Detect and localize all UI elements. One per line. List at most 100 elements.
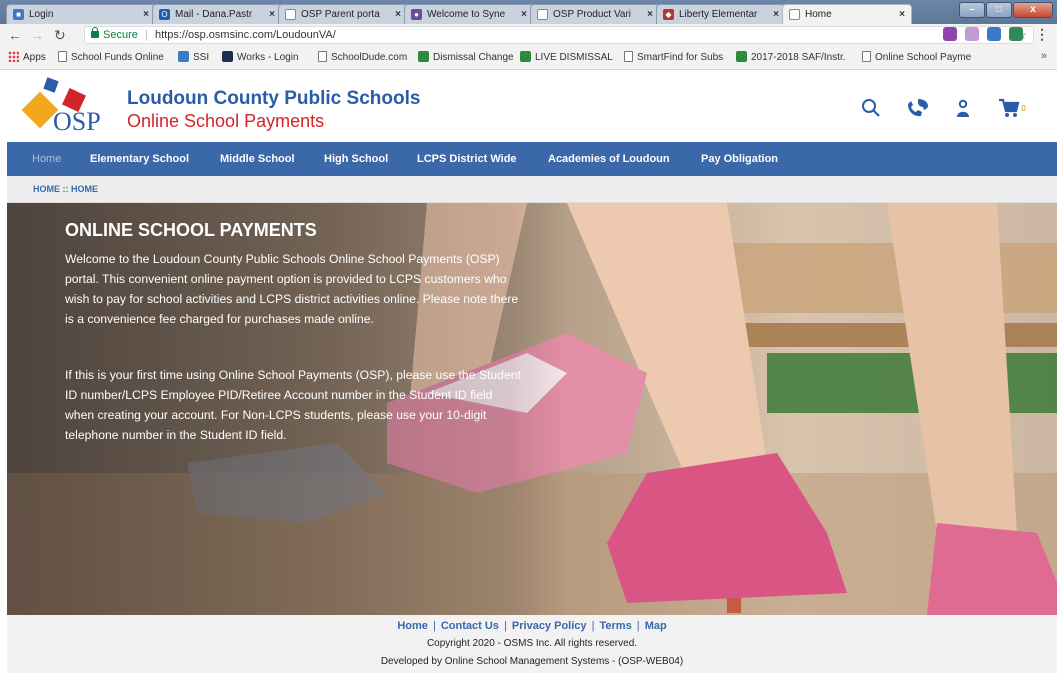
page-icon: [862, 51, 871, 62]
tab-close-icon[interactable]: ×: [269, 5, 275, 24]
footer-separator: |: [636, 620, 640, 632]
footer-link-contact-us[interactable]: Contact Us: [441, 620, 499, 632]
bookmark-apps[interactable]: Apps: [8, 51, 46, 65]
developed-by-text: Developed by Online School Management Sy…: [380, 656, 684, 667]
close-window-button[interactable]: x: [1013, 2, 1053, 18]
bookmark-label: School Funds Online: [71, 52, 164, 63]
bookmark-label: LIVE DISMISSAL: [535, 52, 613, 63]
nav-elementary-school[interactable]: Elementary School: [90, 142, 189, 176]
bookmark-smartfind[interactable]: SmartFind for Subs: [624, 51, 723, 65]
tab-close-icon[interactable]: ×: [773, 5, 779, 24]
osp-logo[interactable]: OSP: [19, 77, 127, 135]
sheets-icon: [418, 51, 429, 62]
tab-title: Home: [805, 9, 832, 20]
bookmark-label: Dismissal Change: [433, 52, 514, 63]
tab-close-icon[interactable]: ×: [899, 5, 905, 24]
browser-menu-icon[interactable]: ⋮: [1035, 26, 1049, 43]
hero-title: ONLINE SCHOOL PAYMENTS: [65, 220, 317, 240]
browser-tab-mail[interactable]: O Mail - Dana.Pastr ×: [152, 4, 282, 24]
page-icon: [318, 51, 327, 62]
bookmark-works-login[interactable]: Works - Login: [222, 51, 299, 65]
liberty-favicon-icon: ◆: [663, 9, 674, 20]
extension-screen-icon[interactable]: [987, 27, 1001, 41]
contact-phone-icon[interactable]: [903, 96, 931, 120]
bookmark-live-dismissal[interactable]: LIVE DISMISSAL: [520, 51, 613, 65]
bookmark-dismissal-change[interactable]: Dismissal Change: [418, 51, 514, 65]
bookmark-school-funds[interactable]: School Funds Online: [58, 51, 164, 65]
cart-icon[interactable]: 0: [995, 96, 1029, 120]
bookmarks-more-icon[interactable]: »: [1041, 50, 1047, 62]
page-favicon-icon: [537, 9, 548, 20]
footer-links: Home | Contact Us | Privacy Policy | Ter…: [7, 620, 1057, 632]
browser-tab-osp-parent-portal[interactable]: OSP Parent porta ×: [278, 4, 408, 24]
reload-icon[interactable]: ↻: [54, 26, 66, 44]
url-text[interactable]: https://osp.osmsinc.com/LoudounVA/: [155, 27, 336, 43]
bookmark-label: SmartFind for Subs: [637, 52, 724, 63]
extension-hat-icon[interactable]: [965, 27, 979, 41]
browser-tab-login[interactable]: ■ Login ×: [6, 4, 156, 24]
tab-title: Liberty Elementar: [679, 9, 758, 20]
footer-link-privacy-policy[interactable]: Privacy Policy: [512, 620, 587, 632]
footer-link-terms[interactable]: Terms: [600, 620, 632, 632]
nav-lcps-district-wide[interactable]: LCPS District Wide: [417, 142, 517, 176]
maximize-button[interactable]: □: [986, 2, 1012, 18]
tab-title: OSP Product Vari: [553, 9, 631, 20]
footer-separator: |: [432, 620, 436, 632]
footer-link-map[interactable]: Map: [645, 620, 667, 632]
main-nav: Home Elementary School Middle School Hig…: [7, 142, 1057, 176]
copyright-text: Copyright 2020 - OSMS Inc. All rights re…: [426, 638, 638, 649]
bookmark-schooldude[interactable]: SchoolDude.com: [318, 51, 407, 65]
hero-instructions-paragraph: If this is your first time using Online …: [65, 368, 521, 442]
browser-tab-osp-product[interactable]: OSP Product Vari ×: [530, 4, 660, 24]
bookmark-ssi[interactable]: SSI: [178, 51, 209, 65]
back-arrow-icon[interactable]: ←: [8, 26, 22, 44]
footer-separator: |: [503, 620, 507, 632]
extension-icons: [943, 27, 1023, 41]
apps-grid-icon: [8, 51, 19, 62]
bookmark-label: SSI: [193, 52, 210, 63]
tab-title: Welcome to Syne: [427, 9, 506, 20]
browser-tab-synergy[interactable]: ● Welcome to Syne ×: [404, 4, 534, 24]
url-separator: |: [145, 29, 148, 41]
nav-high-school[interactable]: High School: [324, 142, 388, 176]
nav-home[interactable]: Home: [32, 142, 61, 176]
bookmark-label: Online School Payme: [875, 52, 972, 63]
header-icons: 0: [857, 96, 1029, 120]
address-bar[interactable]: Secure | https://osp.osmsinc.com/Loudoun…: [84, 26, 1034, 44]
breadcrumb[interactable]: HOME :: HOME: [33, 176, 98, 203]
tab-close-icon[interactable]: ×: [395, 5, 401, 24]
bookmark-label: Works - Login: [237, 52, 299, 63]
nav-academies-of-loudoun[interactable]: Academies of Loudoun: [548, 142, 670, 176]
tab-close-icon[interactable]: ×: [647, 5, 653, 24]
browser-tab-liberty[interactable]: ◆ Liberty Elementar ×: [656, 4, 786, 24]
cart-count-badge: 0: [1021, 103, 1026, 113]
footer-link-home[interactable]: Home: [397, 620, 428, 632]
forward-arrow-icon[interactable]: →: [30, 26, 44, 44]
tab-title: OSP Parent porta: [301, 9, 380, 20]
tab-title: Mail - Dana.Pastr: [175, 9, 253, 20]
extension-puzzle-icon[interactable]: [943, 27, 957, 41]
bookmark-saf-instr[interactable]: 2017-2018 SAF/Instr.: [736, 51, 846, 65]
extension-cast-icon[interactable]: [1009, 27, 1023, 41]
page-icon: [624, 51, 633, 62]
browser-tab-home[interactable]: Home ×: [782, 4, 912, 24]
lock-icon: [91, 27, 99, 38]
sheets-icon: [736, 51, 747, 62]
page-favicon-icon: [285, 9, 296, 20]
site-header: OSP Loudoun County Public Schools Online…: [7, 71, 1057, 142]
tab-close-icon[interactable]: ×: [143, 5, 149, 24]
account-user-icon[interactable]: [949, 96, 977, 120]
search-icon[interactable]: [857, 96, 885, 120]
minimize-button[interactable]: –: [959, 2, 985, 18]
secure-label: Secure: [103, 29, 138, 41]
tab-close-icon[interactable]: ×: [521, 5, 527, 24]
nav-pay-obligation[interactable]: Pay Obligation: [701, 142, 778, 176]
bookmark-online-school-payments[interactable]: Online School Payme: [862, 51, 971, 65]
hero-banner: ONLINE SCHOOL PAYMENTS Welcome to the Lo…: [7, 203, 1057, 615]
synergy-favicon-icon: ●: [411, 9, 422, 20]
site-footer: Home | Contact Us | Privacy Policy | Ter…: [7, 615, 1057, 673]
site-title: Loudoun County Public Schools: [127, 88, 421, 109]
site-subtitle: Online School Payments: [127, 111, 325, 131]
bookmark-label: SchoolDude.com: [331, 52, 408, 63]
nav-middle-school[interactable]: Middle School: [220, 142, 295, 176]
